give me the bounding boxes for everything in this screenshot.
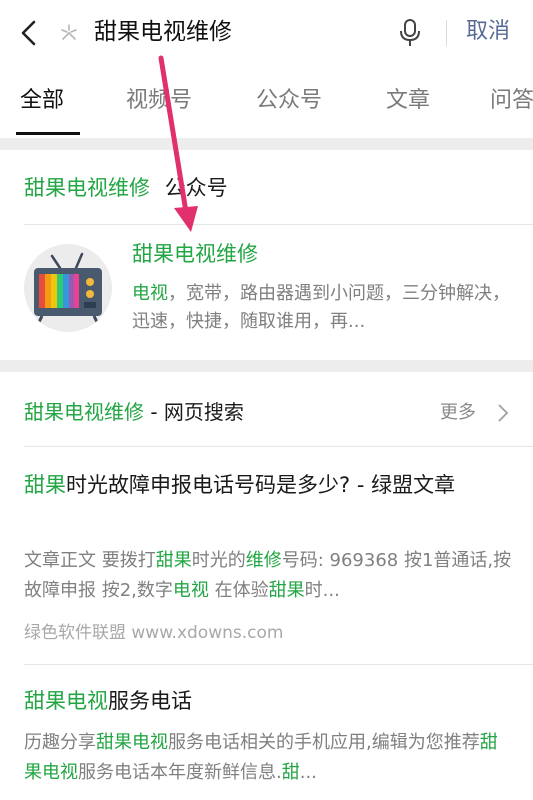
section-gap: [0, 138, 533, 150]
tab-articles[interactable]: 文章: [386, 86, 430, 116]
snippet-keyword: 甜果: [155, 550, 192, 571]
account-avatar[interactable]: [24, 244, 112, 332]
web-section-keyword: 甜果电视维修: [24, 400, 144, 424]
snippet-text: 历趣分享: [24, 732, 96, 753]
search-bar: 甜果电视维修 取消: [0, 0, 533, 66]
tab-official-accounts[interactable]: 公众号: [256, 86, 322, 116]
account-section-title: 甜果电视维修 公众号: [24, 172, 228, 204]
web-section-label: - 网页搜索: [144, 400, 244, 424]
snippet-text: 服务电话相关的手机应用,编辑为您推荐: [168, 732, 480, 753]
account-section-keyword: 甜果电视维修: [24, 176, 150, 200]
snippet-text: ...: [299, 762, 317, 783]
title-text: 时光故障申报电话号码是多少? - 绿盟文章: [66, 473, 456, 497]
tab-bar: 全部 视频号 公众号 文章 问答: [0, 66, 533, 138]
search-input[interactable]: 甜果电视维修: [94, 14, 232, 50]
snippet-keyword: 甜果电视: [96, 732, 168, 753]
desc-text: ，宽带，路由器遇到小问题，三分钟解决，迅速，快捷，随取谁用，再...: [132, 283, 510, 332]
divider: [446, 20, 447, 46]
tv-icon: [24, 244, 112, 332]
account-section-label: 公众号: [164, 176, 228, 200]
desc-keyword: 电视: [132, 283, 168, 304]
result-title[interactable]: 甜果电视服务电话: [24, 684, 514, 718]
divider: [24, 446, 533, 447]
snippet-text: 时...: [304, 580, 340, 601]
snippet-text: 服务电话本年度新鲜信息.: [78, 762, 282, 783]
result-source: 绿色软件联盟 www.xdowns.com: [24, 623, 284, 643]
web-section-title: 甜果电视维修 - 网页搜索: [24, 396, 244, 428]
snippet-keyword: 电视: [172, 580, 209, 601]
active-tab-indicator: [16, 132, 80, 135]
microphone-icon[interactable]: [398, 18, 422, 48]
account-description: 电视，宽带，路由器遇到小问题，三分钟解决，迅速，快捷，随取谁用，再...: [132, 280, 512, 336]
result-snippet: 文章正文 要拨打甜果时光的维修号码: 969368 按1普通话,按故障申报 按2…: [24, 546, 514, 606]
snippet-text: 在体验: [208, 580, 269, 601]
snippet-keyword: 维修: [245, 550, 282, 571]
snippet-keyword: 甜果: [268, 580, 305, 601]
tab-all[interactable]: 全部: [20, 86, 64, 116]
tab-qa[interactable]: 问答: [490, 86, 533, 116]
back-arrow-icon[interactable]: [16, 18, 44, 48]
tab-video[interactable]: 视频号: [126, 86, 192, 116]
chevron-right-icon[interactable]: [496, 403, 510, 423]
result-snippet: 历趣分享甜果电视服务电话相关的手机应用,编辑为您推荐甜果电视服务电话本年度新鲜信…: [24, 728, 514, 788]
section-gap: [0, 360, 533, 372]
snippet-keyword: 甜: [281, 762, 300, 783]
more-link[interactable]: 更多: [440, 398, 476, 428]
result-title[interactable]: 甜果时光故障申报电话号码是多少? - 绿盟文章: [24, 468, 514, 502]
search-icon: [61, 24, 77, 40]
title-text: 服务电话: [108, 689, 192, 713]
title-keyword: 甜果电视: [24, 689, 108, 713]
divider: [24, 224, 533, 225]
title-keyword: 甜果: [24, 473, 66, 497]
snippet-text: 时光的: [191, 550, 246, 571]
account-name[interactable]: 甜果电视维修: [132, 238, 258, 270]
cancel-button[interactable]: 取消: [466, 14, 510, 50]
snippet-text: 文章正文 要拨打: [24, 550, 156, 571]
divider: [24, 664, 533, 665]
